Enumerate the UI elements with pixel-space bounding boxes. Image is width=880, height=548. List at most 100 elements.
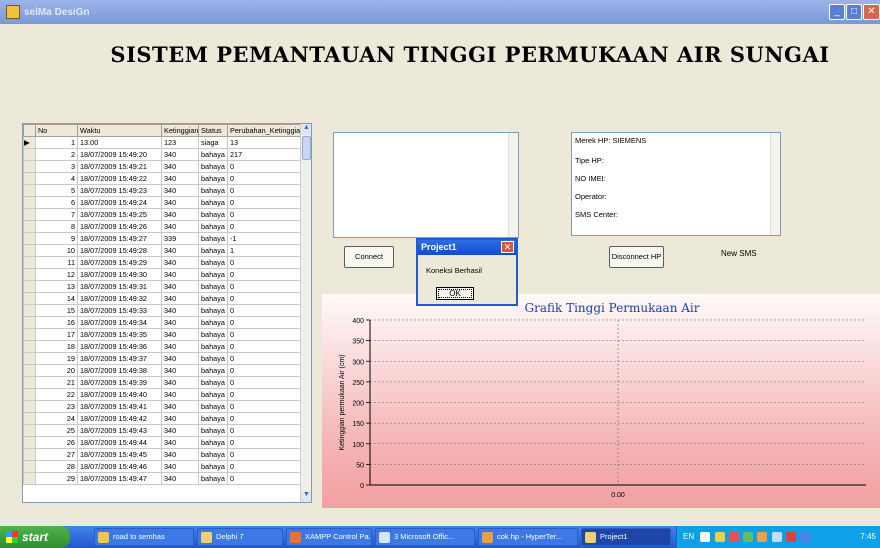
column-header-waktu[interactable]: Waktu bbox=[77, 124, 162, 137]
grid-scrollbar[interactable]: ▲ ▼ bbox=[300, 124, 311, 502]
row-indicator[interactable] bbox=[23, 472, 36, 485]
taskbar-item-office[interactable]: 3 Microsoft Offic... bbox=[375, 528, 475, 546]
memo-scrollbar[interactable] bbox=[508, 133, 518, 237]
cell-ketinggian: 340 bbox=[161, 304, 199, 317]
maximize-button[interactable]: □ bbox=[846, 4, 862, 20]
tray-icon[interactable] bbox=[771, 531, 782, 542]
row-indicator[interactable] bbox=[23, 220, 36, 233]
table-row[interactable]: 6 18/07/2009 15:49:24 340 bahaya 0 bbox=[23, 196, 302, 209]
row-indicator[interactable] bbox=[23, 292, 36, 305]
row-indicator[interactable] bbox=[23, 148, 36, 161]
column-header-perubahan[interactable]: Perubahan_Ketinggian bbox=[227, 124, 302, 137]
row-indicator[interactable] bbox=[23, 460, 36, 473]
table-row[interactable]: 7 18/07/2009 15:49:25 340 bahaya 0 bbox=[23, 208, 302, 221]
tray-icon[interactable] bbox=[700, 531, 711, 542]
scroll-thumb[interactable] bbox=[302, 136, 311, 160]
disconnect-hp-button[interactable]: Disconnect HP bbox=[609, 246, 664, 268]
row-indicator[interactable] bbox=[23, 364, 36, 377]
table-row[interactable]: 18 18/07/2009 15:49:36 340 bahaya 0 bbox=[23, 340, 302, 353]
scroll-up-icon[interactable]: ▲ bbox=[301, 124, 311, 135]
column-header-status[interactable]: Status bbox=[198, 124, 228, 137]
data-grid[interactable]: No Waktu Ketinggian Status Perubahan_Ket… bbox=[22, 123, 312, 503]
table-row[interactable]: 13 18/07/2009 15:49:31 340 bahaya 0 bbox=[23, 280, 302, 293]
row-indicator[interactable] bbox=[23, 316, 36, 329]
table-row[interactable]: 4 18/07/2009 15:49:22 340 bahaya 0 bbox=[23, 172, 302, 185]
row-indicator[interactable] bbox=[23, 268, 36, 281]
row-indicator[interactable] bbox=[23, 376, 36, 389]
row-indicator[interactable] bbox=[23, 388, 36, 401]
table-row[interactable]: 16 18/07/2009 15:49:34 340 bahaya 0 bbox=[23, 316, 302, 329]
row-indicator[interactable] bbox=[23, 328, 36, 341]
table-row[interactable]: 8 18/07/2009 15:49:26 340 bahaya 0 bbox=[23, 220, 302, 233]
row-indicator[interactable]: ▶ bbox=[23, 136, 36, 149]
table-row[interactable]: 25 18/07/2009 15:49:43 340 bahaya 0 bbox=[23, 424, 302, 437]
table-row[interactable]: 20 18/07/2009 15:49:38 340 bahaya 0 bbox=[23, 364, 302, 377]
cell-no: 20 bbox=[35, 364, 78, 377]
tray-icon[interactable] bbox=[800, 531, 810, 542]
table-row[interactable]: 9 18/07/2009 15:49:27 339 bahaya -1 bbox=[23, 232, 302, 245]
table-row[interactable]: 3 18/07/2009 15:49:21 340 bahaya 0 bbox=[23, 160, 302, 173]
table-row[interactable]: 26 18/07/2009 15:49:44 340 bahaya 0 bbox=[23, 436, 302, 449]
tray-icon[interactable] bbox=[714, 531, 725, 542]
sms-memo[interactable] bbox=[333, 132, 519, 238]
table-row[interactable]: 19 18/07/2009 15:49:37 340 bahaya 0 bbox=[23, 352, 302, 365]
taskbar-item-delphi[interactable]: Delphi 7 bbox=[197, 528, 283, 546]
row-indicator[interactable] bbox=[23, 304, 36, 317]
row-indicator[interactable] bbox=[23, 244, 36, 257]
table-row[interactable]: 29 18/07/2009 15:49:47 340 bahaya 0 bbox=[23, 472, 302, 485]
row-indicator[interactable] bbox=[23, 280, 36, 293]
row-indicator[interactable] bbox=[23, 256, 36, 269]
taskbar-item-xampp[interactable]: XAMPP Control Pa... bbox=[286, 528, 372, 546]
close-button[interactable]: ✕ bbox=[863, 4, 880, 20]
tray-icon[interactable] bbox=[785, 531, 796, 542]
row-indicator[interactable] bbox=[23, 400, 36, 413]
row-indicator[interactable] bbox=[23, 232, 36, 245]
memo-scrollbar[interactable] bbox=[770, 133, 780, 235]
row-indicator[interactable] bbox=[23, 160, 36, 173]
connect-button[interactable]: Connect bbox=[344, 246, 394, 268]
table-row[interactable]: 15 18/07/2009 15:49:33 340 bahaya 0 bbox=[23, 304, 302, 317]
table-row[interactable]: 21 18/07/2009 15:49:39 340 bahaya 0 bbox=[23, 376, 302, 389]
tray-icon[interactable] bbox=[743, 531, 754, 542]
row-indicator[interactable] bbox=[23, 340, 36, 353]
column-header-ketinggian[interactable]: Ketinggian bbox=[161, 124, 199, 137]
table-row[interactable]: ▶ 1 13.00 123 siaga 13 bbox=[23, 136, 302, 149]
table-row[interactable]: 11 18/07/2009 15:49:29 340 bahaya 0 bbox=[23, 256, 302, 269]
table-row[interactable]: 14 18/07/2009 15:49:32 340 bahaya 0 bbox=[23, 292, 302, 305]
row-indicator[interactable] bbox=[23, 412, 36, 425]
table-row[interactable]: 12 18/07/2009 15:49:30 340 bahaya 0 bbox=[23, 268, 302, 281]
start-button[interactable]: start bbox=[0, 526, 70, 548]
row-indicator[interactable] bbox=[23, 208, 36, 221]
window-titlebar[interactable]: selMa DesiGn _ □ ✕ bbox=[0, 0, 880, 24]
cell-waktu: 18/07/2009 15:49:38 bbox=[77, 364, 162, 377]
scroll-down-icon[interactable]: ▼ bbox=[301, 491, 311, 502]
table-row[interactable]: 23 18/07/2009 15:49:41 340 bahaya 0 bbox=[23, 400, 302, 413]
table-row[interactable]: 28 18/07/2009 15:49:46 340 bahaya 0 bbox=[23, 460, 302, 473]
row-indicator[interactable] bbox=[23, 352, 36, 365]
language-indicator[interactable]: EN bbox=[683, 532, 694, 541]
table-row[interactable]: 5 18/07/2009 15:49:23 340 bahaya 0 bbox=[23, 184, 302, 197]
taskbar-item-project1[interactable]: Project1 bbox=[581, 528, 671, 546]
table-row[interactable]: 17 18/07/2009 15:49:35 340 bahaya 0 bbox=[23, 328, 302, 341]
hp-info-memo[interactable]: Merek HP: SIEMENS Tipe HP: NO IMEI: Oper… bbox=[571, 132, 781, 236]
table-row[interactable]: 24 18/07/2009 15:49:42 340 bahaya 0 bbox=[23, 412, 302, 425]
row-indicator[interactable] bbox=[23, 196, 36, 209]
table-row[interactable]: 10 18/07/2009 15:49:28 340 bahaya 1 bbox=[23, 244, 302, 257]
row-indicator[interactable] bbox=[23, 184, 36, 197]
message-dialog[interactable]: Project1 ✕ Koneksi Berhasil OK bbox=[416, 238, 518, 306]
table-row[interactable]: 27 18/07/2009 15:49:45 340 bahaya 0 bbox=[23, 448, 302, 461]
taskbar-item-road-to-semhas[interactable]: road to semhas bbox=[94, 528, 194, 546]
tray-icon[interactable] bbox=[757, 531, 768, 542]
dialog-ok-button[interactable]: OK bbox=[436, 287, 474, 300]
row-indicator[interactable] bbox=[23, 436, 36, 449]
table-row[interactable]: 22 18/07/2009 15:49:40 340 bahaya 0 bbox=[23, 388, 302, 401]
row-indicator[interactable] bbox=[23, 424, 36, 437]
row-indicator[interactable] bbox=[23, 172, 36, 185]
column-header-no[interactable]: No bbox=[35, 124, 78, 137]
row-indicator[interactable] bbox=[23, 448, 36, 461]
minimize-button[interactable]: _ bbox=[829, 4, 845, 20]
taskbar-item-hyperterminal[interactable]: cok hp - HyperTer... bbox=[478, 528, 578, 546]
table-row[interactable]: 2 18/07/2009 15:49:20 340 bahaya 217 bbox=[23, 148, 302, 161]
tray-icon[interactable] bbox=[728, 531, 739, 542]
dialog-close-icon[interactable]: ✕ bbox=[501, 241, 514, 253]
